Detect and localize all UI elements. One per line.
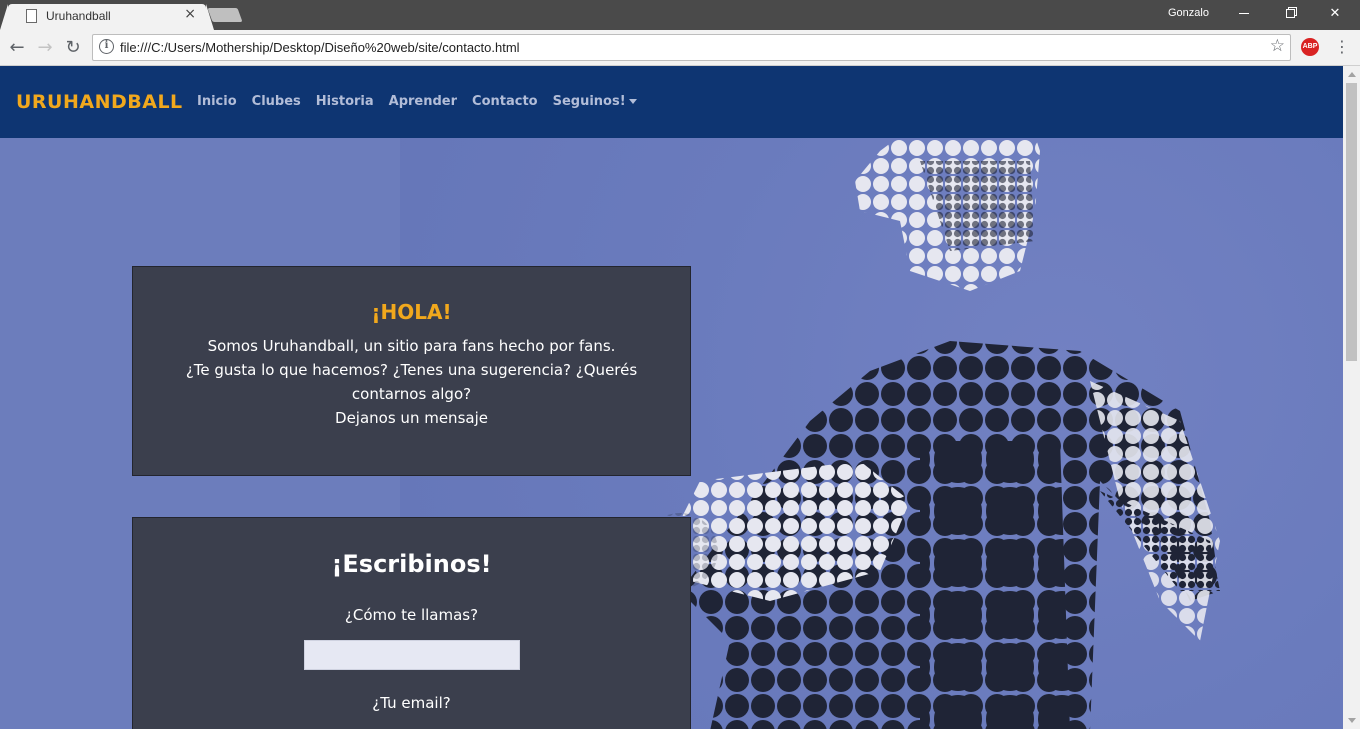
adblock-icon[interactable]: ABP: [1301, 38, 1319, 56]
hola-message: Somos Uruhandball, un sitio para fans he…: [133, 334, 690, 430]
info-icon[interactable]: i: [99, 39, 114, 54]
scroll-down-arrow-icon[interactable]: [1348, 718, 1356, 723]
nav-link-aprender[interactable]: Aprender: [389, 94, 457, 109]
browser-menu-icon[interactable]: ⋮: [1334, 37, 1350, 57]
name-input[interactable]: [303, 640, 520, 670]
hola-heading: ¡HOLA!: [371, 300, 452, 324]
nav-dropdown-label: Seguinos!: [552, 94, 626, 109]
forward-arrow-icon[interactable]: →: [34, 37, 56, 59]
nav-dropdown-seguinos[interactable]: Seguinos!: [553, 94, 637, 109]
handball-player-dots-image: [642, 121, 1220, 729]
email-label: ¿Tu email?: [372, 694, 451, 712]
hola-line: ¿Te gusta lo que hacemos? ¿Tenes una sug…: [185, 361, 638, 403]
page-icon: [26, 9, 37, 23]
nav-link-clubes[interactable]: Clubes: [252, 94, 301, 109]
reload-icon[interactable]: ↻: [62, 37, 84, 59]
nav-link-contacto[interactable]: Contacto: [472, 94, 538, 109]
hola-line: Somos Uruhandball, un sitio para fans he…: [207, 337, 616, 355]
browser-tab[interactable]: Uruhandball ×: [0, 4, 214, 30]
tab-close-icon[interactable]: ×: [184, 6, 196, 22]
back-arrow-icon[interactable]: ←: [6, 37, 28, 59]
address-bar[interactable]: i file:///C:/Users/Mothership/Desktop/Di…: [92, 34, 1291, 61]
nav-menu: Inicio Clubes Historia Aprender Contacto…: [197, 94, 652, 109]
maximize-button[interactable]: [1275, 4, 1305, 24]
hola-card: ¡HOLA! Somos Uruhandball, un sitio para …: [132, 266, 691, 476]
new-tab-button[interactable]: [207, 8, 243, 22]
browser-toolbar: ← → ↻ i file:///C:/Users/Mothership/Desk…: [0, 30, 1360, 66]
nav-link-inicio[interactable]: Inicio: [197, 94, 237, 109]
name-label: ¿Cómo te llamas?: [344, 606, 479, 624]
browser-titlebar: Uruhandball × Gonzalo ✕: [0, 0, 1360, 30]
nav-link-historia[interactable]: Historia: [316, 94, 374, 109]
tab-title: Uruhandball: [46, 9, 111, 23]
page-scrollbar[interactable]: [1343, 66, 1360, 729]
caret-down-icon: [628, 99, 637, 104]
profile-name[interactable]: Gonzalo: [1168, 7, 1209, 19]
scroll-thumb[interactable]: [1346, 83, 1357, 361]
bookmark-star-icon[interactable]: ☆: [1270, 36, 1285, 56]
url-text[interactable]: file:///C:/Users/Mothership/Desktop/Dise…: [120, 40, 520, 55]
site-navbar: URUHANDBALL Inicio Clubes Historia Apren…: [0, 66, 1343, 138]
page-viewport: URUHANDBALL Inicio Clubes Historia Apren…: [0, 66, 1343, 729]
site-logo[interactable]: URUHANDBALL: [16, 91, 183, 113]
hola-line: Dejanos un mensaje: [335, 409, 488, 427]
close-window-button[interactable]: ✕: [1320, 4, 1350, 24]
contact-form-card: ¡Escribinos! ¿Cómo te llamas? ¿Tu email?: [132, 517, 691, 729]
form-heading: ¡Escribinos!: [331, 550, 492, 578]
minimize-button[interactable]: [1229, 4, 1259, 24]
scroll-up-arrow-icon[interactable]: [1348, 72, 1356, 77]
